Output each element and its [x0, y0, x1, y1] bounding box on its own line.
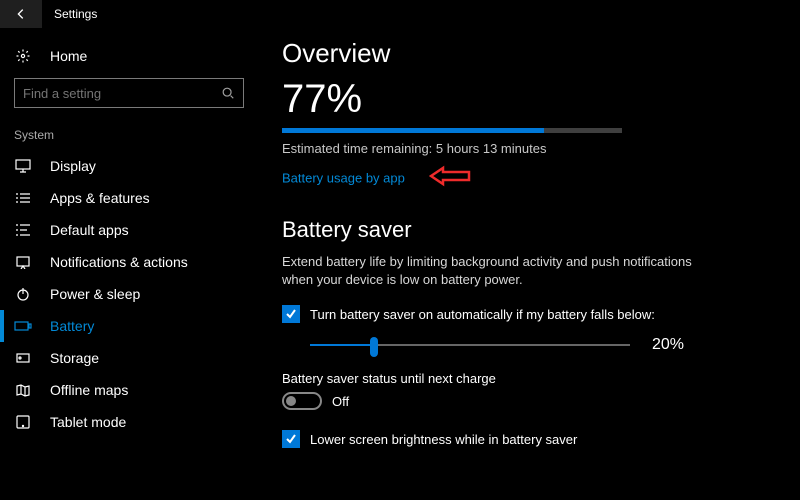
search-input[interactable] [23, 86, 221, 101]
notifications-icon [14, 254, 32, 270]
saver-status-toggle[interactable] [282, 392, 322, 410]
sidebar-item-label: Display [50, 158, 96, 174]
sidebar-section-label: System [0, 122, 258, 150]
sidebar-item-offline-maps[interactable]: Offline maps [0, 374, 258, 406]
power-icon [14, 286, 32, 302]
content-pane: Overview 77% Estimated time remaining: 5… [258, 28, 800, 500]
battery-bar-fill [282, 128, 544, 133]
window-title: Settings [54, 7, 97, 21]
sidebar-item-label: Notifications & actions [50, 254, 188, 270]
battery-saver-description: Extend battery life by limiting backgrou… [282, 253, 712, 289]
slider-fill [310, 344, 374, 346]
sidebar-item-label: Battery [50, 318, 94, 334]
sidebar-item-default-apps[interactable]: Default apps [0, 214, 258, 246]
battery-bar [282, 128, 622, 133]
sidebar-item-label: Apps & features [50, 190, 150, 206]
sidebar-item-label: Tablet mode [50, 414, 126, 430]
storage-icon [14, 350, 32, 366]
back-button[interactable] [0, 0, 42, 28]
auto-saver-checkbox[interactable] [282, 305, 300, 323]
title-bar: Settings [0, 0, 800, 28]
sidebar: Home System Display Apps & features Defa… [0, 28, 258, 500]
lower-brightness-label: Lower screen brightness while in battery… [310, 432, 577, 447]
battery-saver-heading: Battery saver [282, 217, 776, 243]
page-heading: Overview [282, 38, 776, 69]
battery-icon [14, 318, 32, 334]
apps-icon [14, 190, 32, 206]
sidebar-item-label: Power & sleep [50, 286, 140, 302]
sidebar-item-label: Offline maps [50, 382, 128, 398]
sidebar-item-storage[interactable]: Storage [0, 342, 258, 374]
sidebar-item-label: Default apps [50, 222, 129, 238]
saver-status-text: Off [332, 394, 349, 409]
home-label: Home [50, 48, 87, 64]
battery-usage-by-app-link[interactable]: Battery usage by app [282, 171, 405, 186]
sidebar-item-display[interactable]: Display [0, 150, 258, 182]
selection-indicator [0, 310, 4, 342]
tablet-icon [14, 414, 32, 430]
maps-icon [14, 382, 32, 398]
slider-value: 20% [652, 336, 684, 354]
display-icon [14, 158, 32, 174]
home-icon [14, 48, 32, 64]
slider-thumb[interactable] [370, 337, 378, 357]
sidebar-item-battery[interactable]: Battery [0, 310, 258, 342]
auto-saver-label: Turn battery saver on automatically if m… [310, 307, 655, 322]
home-nav[interactable]: Home [0, 42, 258, 70]
sidebar-item-tablet-mode[interactable]: Tablet mode [0, 406, 258, 438]
estimated-remaining: Estimated time remaining: 5 hours 13 min… [282, 141, 776, 156]
back-arrow-icon [14, 7, 28, 21]
search-icon [221, 86, 235, 100]
lower-brightness-checkbox[interactable] [282, 430, 300, 448]
saver-status-label: Battery saver status until next charge [282, 371, 776, 386]
sidebar-item-power-sleep[interactable]: Power & sleep [0, 278, 258, 310]
battery-percent: 77% [282, 77, 776, 122]
toggle-knob [286, 396, 296, 406]
annotation-arrow [429, 164, 499, 193]
checkmark-icon [285, 308, 297, 320]
sidebar-item-apps-features[interactable]: Apps & features [0, 182, 258, 214]
search-input-wrapper[interactable] [14, 78, 244, 108]
sidebar-item-notifications[interactable]: Notifications & actions [0, 246, 258, 278]
checkmark-icon [285, 433, 297, 445]
default-apps-icon [14, 222, 32, 238]
sidebar-item-label: Storage [50, 350, 99, 366]
threshold-slider[interactable] [310, 335, 630, 355]
